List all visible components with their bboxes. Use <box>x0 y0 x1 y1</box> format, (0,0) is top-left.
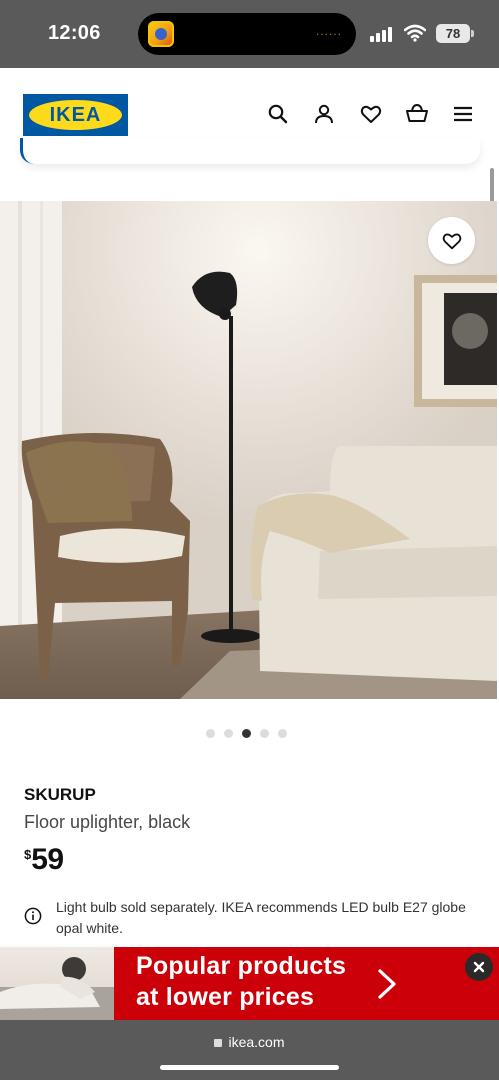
room-scene-illustration <box>0 201 497 699</box>
price-amount: 59 <box>31 843 64 876</box>
bulb-info-text: Light bulb sold separately. IKEA recomme… <box>56 899 466 936</box>
search-icon[interactable] <box>266 102 290 126</box>
close-icon <box>473 961 485 973</box>
search-bar-edge[interactable] <box>20 138 480 164</box>
dynamic-island[interactable]: ...... <box>138 13 356 55</box>
status-bar: 12:06 ...... 78 <box>0 0 499 68</box>
wifi-icon <box>404 24 426 42</box>
battery-indicator: 78 <box>436 24 474 43</box>
product-name: SKURUP <box>24 785 96 804</box>
product-description: Floor uplighter, black <box>24 812 191 832</box>
promo-photo <box>0 947 114 1020</box>
heart-icon[interactable] <box>359 102 383 126</box>
promo-line-2: at lower prices <box>136 983 315 1011</box>
carousel-dot-active[interactable] <box>242 729 251 738</box>
menu-icon[interactable] <box>451 102 475 126</box>
heart-icon <box>442 232 461 249</box>
promo-banner[interactable]: Popular products at lower prices <box>0 947 499 1020</box>
close-promo-button[interactable] <box>465 953 493 981</box>
carousel-dot[interactable] <box>206 729 215 738</box>
info-icon <box>24 907 42 925</box>
product-image[interactable] <box>0 201 497 699</box>
home-indicator[interactable] <box>160 1065 339 1070</box>
promo-line-1: Popular products <box>136 952 347 980</box>
url-text: ikea.com <box>228 1034 285 1050</box>
status-time: 12:06 <box>48 22 101 44</box>
ikea-logo[interactable]: IKEA <box>23 94 128 136</box>
live-activity-dots: ...... <box>315 24 342 38</box>
price-currency: $ <box>24 847 32 862</box>
cellular-signal-icon <box>370 26 394 42</box>
carousel-dot[interactable] <box>224 729 233 738</box>
save-to-favorites-button[interactable] <box>428 217 475 264</box>
logo-text: IKEA <box>49 103 102 126</box>
image-carousel-dots <box>206 729 287 739</box>
browser-address-bar[interactable]: ikea.com <box>0 1020 499 1080</box>
lock-icon <box>214 1039 223 1047</box>
cart-icon[interactable] <box>405 102 429 126</box>
product-price: $59 <box>24 843 64 877</box>
carousel-dot[interactable] <box>260 729 269 738</box>
chevron-right-icon <box>378 969 396 999</box>
carousel-dot[interactable] <box>278 729 287 738</box>
live-activity-app-icon <box>148 21 174 47</box>
profile-icon[interactable] <box>312 102 336 126</box>
